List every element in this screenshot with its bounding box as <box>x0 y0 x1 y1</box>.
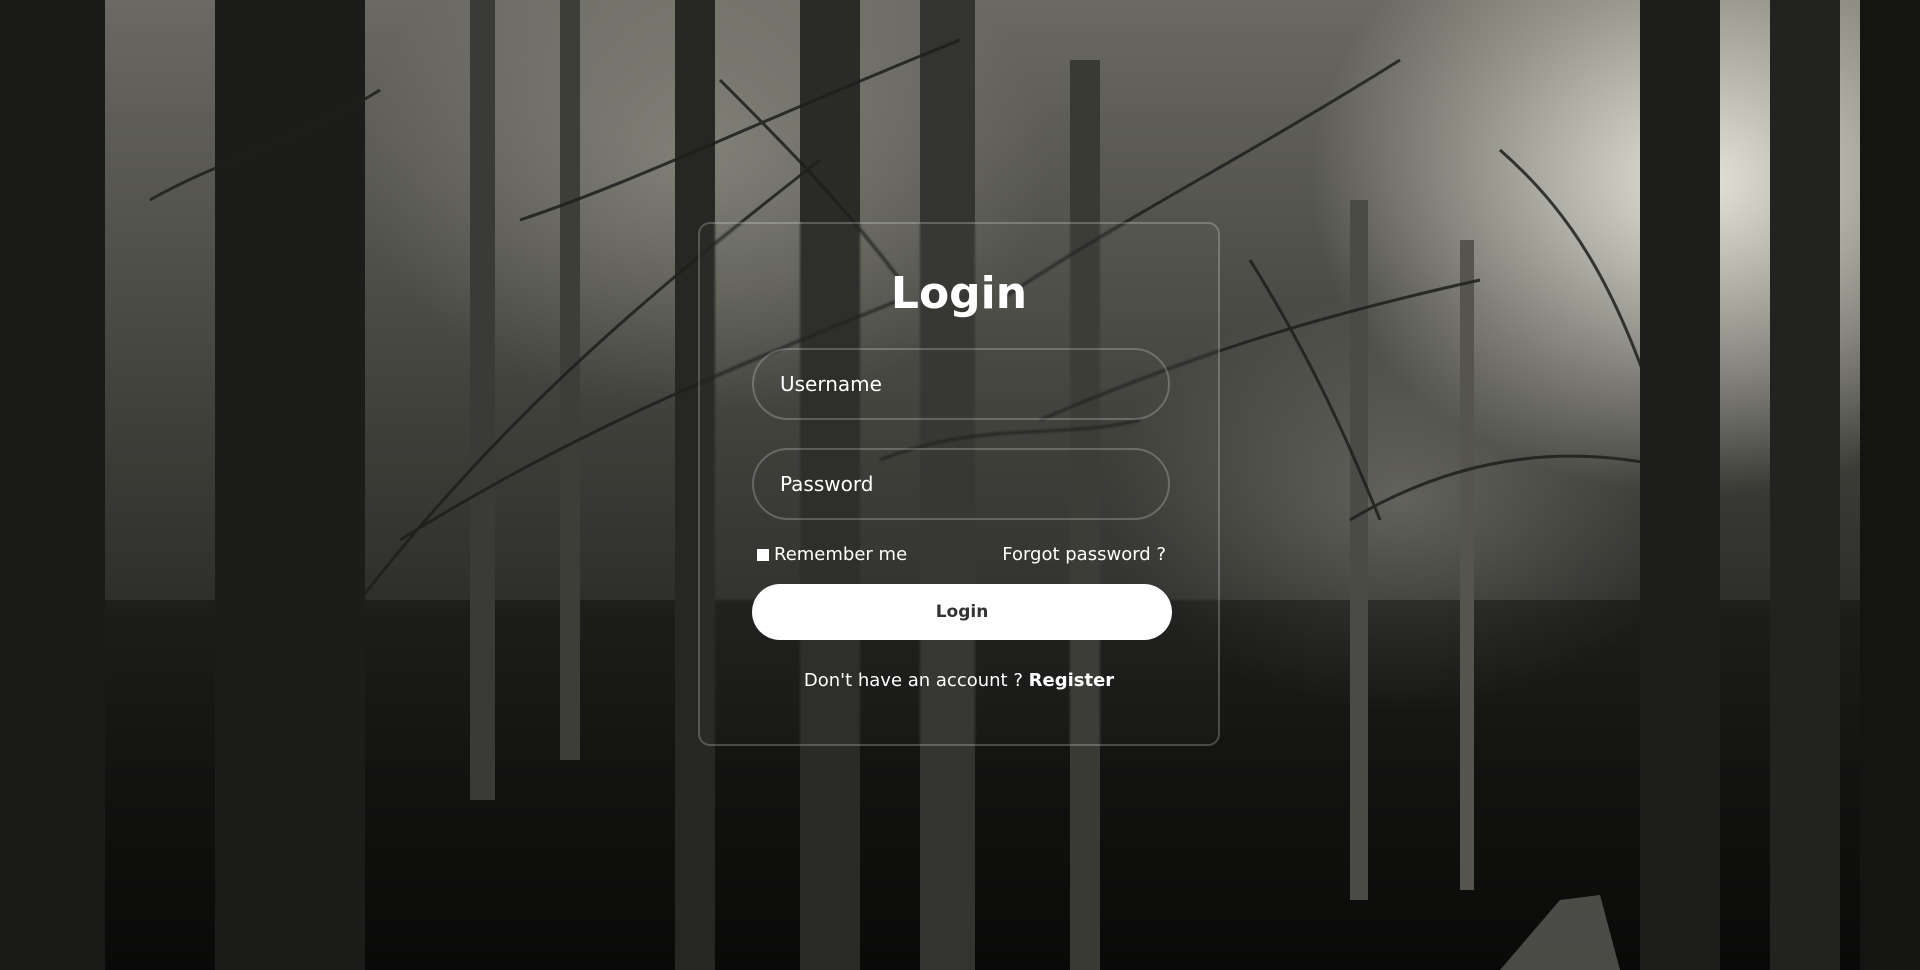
login-button[interactable]: Login <box>752 584 1172 640</box>
register-line: Don't have an account ? Register <box>700 670 1218 691</box>
remember-me-label: Remember me <box>774 544 908 565</box>
login-title: Login <box>890 268 1028 319</box>
password-input[interactable] <box>752 448 1170 520</box>
login-options: Remember me Forgot password ? <box>756 544 1166 565</box>
register-link[interactable]: Register <box>1029 670 1115 691</box>
login-card: Login Remember me Forgot password ? Logi… <box>698 222 1220 746</box>
remember-me-checkbox[interactable] <box>756 547 770 562</box>
register-prompt: Don't have an account ? <box>803 670 1023 691</box>
forgot-password-link[interactable]: Forgot password ? <box>1002 544 1166 565</box>
username-input[interactable] <box>752 348 1170 420</box>
remember-me[interactable]: Remember me <box>756 544 907 565</box>
